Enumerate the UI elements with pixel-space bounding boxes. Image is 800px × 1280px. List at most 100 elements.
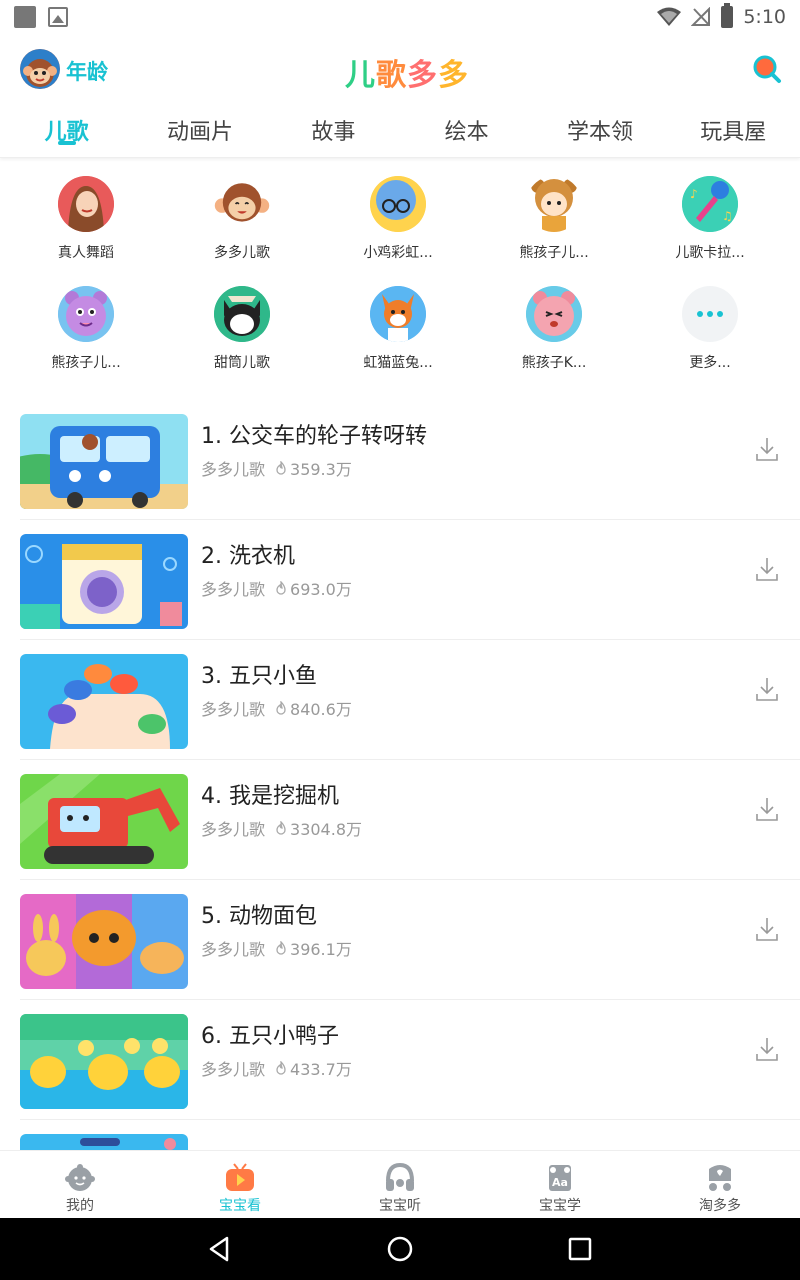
song-thumbnail [20, 1014, 188, 1109]
song-row-partial[interactable] [20, 1120, 800, 1150]
play-count: 840.6万 [275, 696, 352, 720]
channel-item[interactable]: 虹猫蓝兔... [320, 278, 476, 388]
flame-icon [276, 821, 286, 835]
play-count: 433.7万 [275, 1056, 352, 1080]
download-icon[interactable] [755, 436, 779, 462]
stroller-icon [709, 1165, 731, 1191]
song-thumbnail [20, 1134, 188, 1150]
image-notification-icon [48, 7, 68, 27]
song-row[interactable]: 2. 洗衣机 多多儿歌 693.0万 [20, 520, 800, 640]
logo-char-4: 多 [438, 58, 469, 93]
song-row[interactable]: 1. 公交车的轮子转呀转 多多儿歌 359.3万 [20, 400, 800, 520]
song-meta: 多多儿歌 396.1万 [201, 936, 352, 960]
song-title: 2. 洗衣机 [201, 544, 295, 569]
search-icon[interactable] [752, 54, 782, 84]
flame-icon [276, 1061, 286, 1075]
nav-label: 我的 [66, 1198, 94, 1214]
song-row[interactable]: 4. 我是挖掘机 多多儿歌 3304.8万 [20, 760, 800, 880]
baby-face-icon [65, 1164, 95, 1191]
download-icon[interactable] [755, 796, 779, 822]
song-list: 1. 公交车的轮子转呀转 多多儿歌 359.3万 2. 洗衣机 多多儿歌 693… [0, 400, 800, 1150]
nav-mine[interactable]: 我的 [0, 1151, 160, 1218]
svg-text:♪: ♪ [690, 187, 698, 201]
download-icon[interactable] [755, 1036, 779, 1062]
notification-square-icon [14, 6, 36, 28]
svg-text:♫: ♫ [722, 209, 733, 223]
play-count-value: 3304.8万 [290, 820, 363, 839]
flame-icon [276, 581, 286, 595]
flame-icon [276, 701, 286, 715]
logo-char-1: 儿 [345, 58, 376, 93]
download-icon[interactable] [755, 916, 779, 942]
play-count-value: 693.0万 [290, 580, 352, 599]
logo-char-2: 歌 [376, 58, 407, 93]
channel-item[interactable]: 小鸡彩虹... [320, 168, 476, 278]
song-thumbnail [20, 534, 188, 629]
channel-item[interactable]: ♪ ♫ 儿歌卡拉... [632, 168, 788, 278]
channel-label: 熊孩子儿... [519, 245, 589, 261]
aa-book-icon: Aa [549, 1165, 571, 1191]
channel-item[interactable]: 熊孩子儿... [476, 168, 632, 278]
more-channels-button[interactable]: 更多... [632, 278, 788, 388]
chick-icon [370, 176, 426, 232]
download-icon[interactable] [755, 676, 779, 702]
song-title: 6. 五只小鸭子 [201, 1024, 339, 1049]
nav-shop[interactable]: 淘多多 [640, 1151, 800, 1218]
no-signal-icon [691, 7, 711, 26]
song-row[interactable]: 6. 五只小鸭子 多多儿歌 433.7万 [20, 1000, 800, 1120]
channel-item[interactable]: 多多儿歌 [164, 168, 320, 278]
tab-picture-books[interactable]: 绘本 [400, 100, 533, 157]
nav-watch[interactable]: 宝宝看 [160, 1151, 320, 1218]
nav-label: 宝宝看 [219, 1198, 261, 1214]
song-thumbnail [20, 894, 188, 989]
play-count-value: 396.1万 [290, 940, 352, 959]
channel-item[interactable]: 熊孩子儿... [8, 278, 164, 388]
age-selector[interactable]: 年龄 [66, 56, 108, 86]
tv-play-icon [226, 1163, 254, 1191]
bear-kid-icon [526, 176, 582, 232]
app-header: 年龄 儿歌多多 [0, 40, 800, 100]
song-title: 1. 公交车的轮子转呀转 [201, 424, 427, 449]
tab-songs[interactable]: 儿歌 [0, 100, 133, 157]
pink-bear-icon [526, 286, 582, 342]
age-avatar-monkey-icon[interactable] [20, 49, 60, 89]
nav-listen[interactable]: 宝宝听 [320, 1151, 480, 1218]
channel-label: 真人舞蹈 [58, 245, 114, 261]
clock: 5:10 [743, 6, 786, 28]
song-channel: 多多儿歌 [201, 940, 266, 959]
channel-item[interactable]: 甜筒儿歌 [164, 278, 320, 388]
play-count-value: 433.7万 [290, 1060, 352, 1079]
song-row[interactable]: 5. 动物面包 多多儿歌 396.1万 [20, 880, 800, 1000]
channel-label: 儿歌卡拉... [675, 245, 745, 261]
song-thumbnail [20, 654, 188, 749]
channel-item[interactable]: 真人舞蹈 [8, 168, 164, 278]
channel-grid: 真人舞蹈 多多儿歌 小鸡彩虹... 熊孩子儿... ♪ ♫ 儿歌卡拉... 熊孩子… [0, 168, 800, 388]
tab-toy-house[interactable]: 玩具屋 [667, 100, 800, 157]
nav-label: 宝宝听 [379, 1198, 421, 1214]
channel-item[interactable]: 熊孩子K... [476, 278, 632, 388]
girl-dancer-icon [58, 176, 114, 232]
microphone-icon: ♪ ♫ [682, 176, 738, 232]
battery-icon [721, 3, 734, 28]
channel-label: 甜筒儿歌 [214, 355, 270, 371]
download-icon[interactable] [755, 556, 779, 582]
song-row[interactable]: 3. 五只小鱼 多多儿歌 840.6万 [20, 640, 800, 760]
wifi-icon [657, 7, 682, 26]
headphones-icon [386, 1162, 414, 1191]
song-channel: 多多儿歌 [201, 460, 266, 479]
song-channel: 多多儿歌 [201, 820, 266, 839]
home-icon[interactable] [385, 1234, 415, 1264]
app-logo: 儿歌多多 [345, 50, 469, 94]
song-title: 4. 我是挖掘机 [201, 784, 339, 809]
tab-stories[interactable]: 故事 [267, 100, 400, 157]
song-title: 3. 五只小鱼 [201, 664, 317, 689]
tab-learning[interactable]: 学本领 [533, 100, 666, 157]
recents-icon[interactable] [565, 1234, 595, 1264]
song-meta: 多多儿歌 693.0万 [201, 576, 352, 600]
song-meta: 多多儿歌 3304.8万 [201, 816, 362, 840]
nav-learn[interactable]: Aa 宝宝学 [480, 1151, 640, 1218]
flame-icon [276, 941, 286, 955]
back-icon[interactable] [205, 1234, 235, 1264]
song-title: 5. 动物面包 [201, 904, 317, 929]
tab-cartoons[interactable]: 动画片 [133, 100, 266, 157]
